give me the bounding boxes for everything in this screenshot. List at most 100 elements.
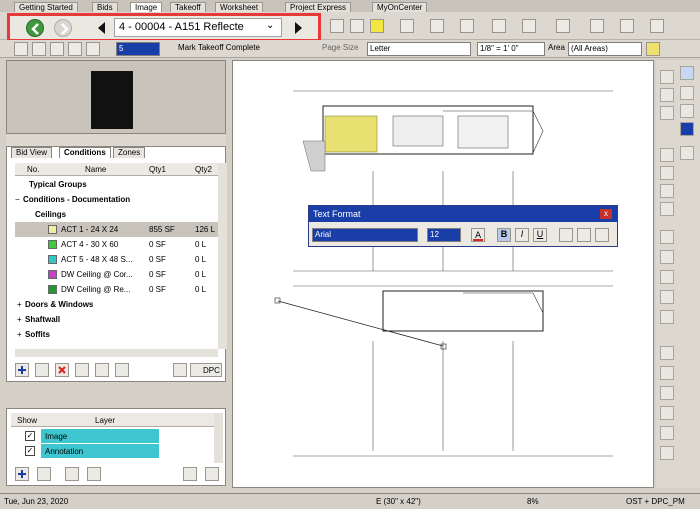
help-icon[interactable] [680,122,694,136]
zoom-out-icon[interactable] [32,42,46,56]
edit-condition-icon[interactable] [35,363,49,377]
page-size-select[interactable]: Letter [367,42,471,56]
rotate-icon[interactable] [660,406,674,420]
hide-all-icon[interactable] [87,467,101,481]
table-row[interactable]: ACT 4 - 30 X 60 0 SF 0 L [15,237,218,252]
move-down-icon[interactable] [205,467,219,481]
show-all-icon[interactable] [65,467,79,481]
note-icon[interactable] [660,270,674,284]
photo-icon[interactable] [660,290,674,304]
vertical-scrollbar[interactable] [218,163,227,349]
ellipse-icon[interactable] [522,19,536,33]
chevron-down-icon[interactable]: ⌄ [266,20,274,31]
layer-name[interactable]: Image [41,429,159,443]
resize-icon[interactable] [660,386,674,400]
highlighter-icon[interactable] [370,19,384,33]
add-layer-icon[interactable] [15,467,29,481]
layer-checkbox[interactable]: ✓ [25,446,35,456]
text-icon[interactable] [650,19,664,33]
scale-select[interactable]: 1/8" = 1' 0" [477,42,545,56]
table-row[interactable]: + Soffits [15,327,218,342]
add-condition-icon[interactable] [15,363,29,377]
next-page-icon[interactable] [295,22,302,34]
layer-name[interactable]: Annotation [41,444,159,458]
italic-button[interactable]: I [515,228,529,242]
area-select[interactable]: (All Areas) [568,42,642,56]
col-qty2[interactable]: Qty2 [195,165,212,174]
tab-conditions[interactable]: Conditions [59,147,111,158]
table-row[interactable]: ACT 5 - 48 X 48 S... 0 SF 0 L [15,252,218,267]
table-row[interactable]: + Shaftwall [15,312,218,327]
tab-project-express[interactable]: Project Express [285,2,352,12]
delete-condition-icon[interactable] [55,363,69,377]
move-icon[interactable] [660,366,674,380]
bucket-icon[interactable] [660,202,674,216]
drawing-canvas[interactable] [232,60,654,488]
page-overview[interactable] [6,60,226,134]
select-all-icon[interactable] [660,346,674,360]
hyperlink-icon[interactable] [660,250,674,264]
font-select[interactable]: Arial [312,228,418,242]
table-row[interactable]: + Doors & Windows [15,297,218,312]
page-icon[interactable] [660,88,674,102]
zoom-100-icon[interactable] [86,42,100,56]
magic-wand-icon[interactable] [330,19,344,33]
style-condition-icon[interactable] [95,363,109,377]
arrow-icon[interactable] [430,19,444,33]
tab-getting-started[interactable]: Getting Started [14,2,78,12]
copy-condition-icon[interactable] [75,363,89,377]
tab-image[interactable]: Image [130,2,163,12]
zoom-fit-icon[interactable] [68,42,82,56]
underline-button[interactable]: U [533,228,547,242]
move-up-icon[interactable] [183,467,197,481]
align-center-icon[interactable] [577,228,591,242]
tab-takeoff[interactable]: Takeoff [170,2,206,12]
panel-splitter[interactable] [6,134,226,146]
line-icon[interactable] [460,19,474,33]
back-circle-icon[interactable] [26,19,44,37]
col-qty1[interactable]: Qty1 [149,165,166,174]
col-no[interactable]: No. [27,165,39,174]
expand-icon[interactable]: + [17,300,22,309]
forward-circle-icon[interactable] [54,19,72,37]
shape-icon[interactable] [660,310,674,324]
table-row[interactable]: DW Ceiling @ Cor... 0 SF 0 L [15,267,218,282]
hatch-icon[interactable] [620,19,634,33]
table-row[interactable]: − Conditions - Documentation [15,192,218,207]
zoom-window-icon[interactable] [50,42,64,56]
layers-scrollbar[interactable] [214,413,223,463]
align-icon[interactable] [660,426,674,440]
zoom-in-icon[interactable] [14,42,28,56]
layout-icon[interactable] [680,86,694,100]
pencil-icon[interactable] [350,19,364,33]
font-size-select[interactable]: 12 [427,228,461,242]
tab-zones[interactable]: Zones [113,147,146,158]
mark-takeoff-button[interactable]: Mark Takeoff Complete [178,43,260,52]
layer-checkbox[interactable]: ✓ [25,431,35,441]
table-row[interactable]: ACT 1 - 24 X 24 855 SF 126 L [15,222,218,237]
cloud-icon[interactable] [590,19,604,33]
col-name[interactable]: Name [85,165,106,174]
tab-myoncenter[interactable]: MyOnCenter [372,2,428,12]
list-icon[interactable] [680,146,694,160]
font-color-icon[interactable]: A [471,228,485,242]
table-row[interactable]: DW Ceiling @ Re... 0 SF 0 L [15,282,218,297]
distribute-icon[interactable] [660,446,674,460]
close-icon[interactable]: x [600,209,612,219]
horizontal-scrollbar[interactable] [15,349,218,357]
panel-grid-icon[interactable] [680,66,694,80]
search-icon[interactable] [646,42,660,56]
triangle-icon[interactable] [660,166,674,180]
page-select[interactable]: 4 - 00004 - A151 Reflecte [114,18,282,37]
zoom-select[interactable]: 5 [116,42,160,56]
ruler-icon[interactable] [660,184,674,198]
align-right-icon[interactable] [595,228,609,242]
tab-bids[interactable]: Bids [92,2,118,12]
delete-layer-icon[interactable] [37,467,51,481]
measure-icon[interactable] [660,148,674,162]
grid-view-icon[interactable] [660,70,674,84]
expand-icon[interactable]: + [17,315,22,324]
bold-button[interactable]: B [497,228,511,242]
align-left-icon[interactable] [559,228,573,242]
prev-page-icon[interactable] [98,22,105,34]
